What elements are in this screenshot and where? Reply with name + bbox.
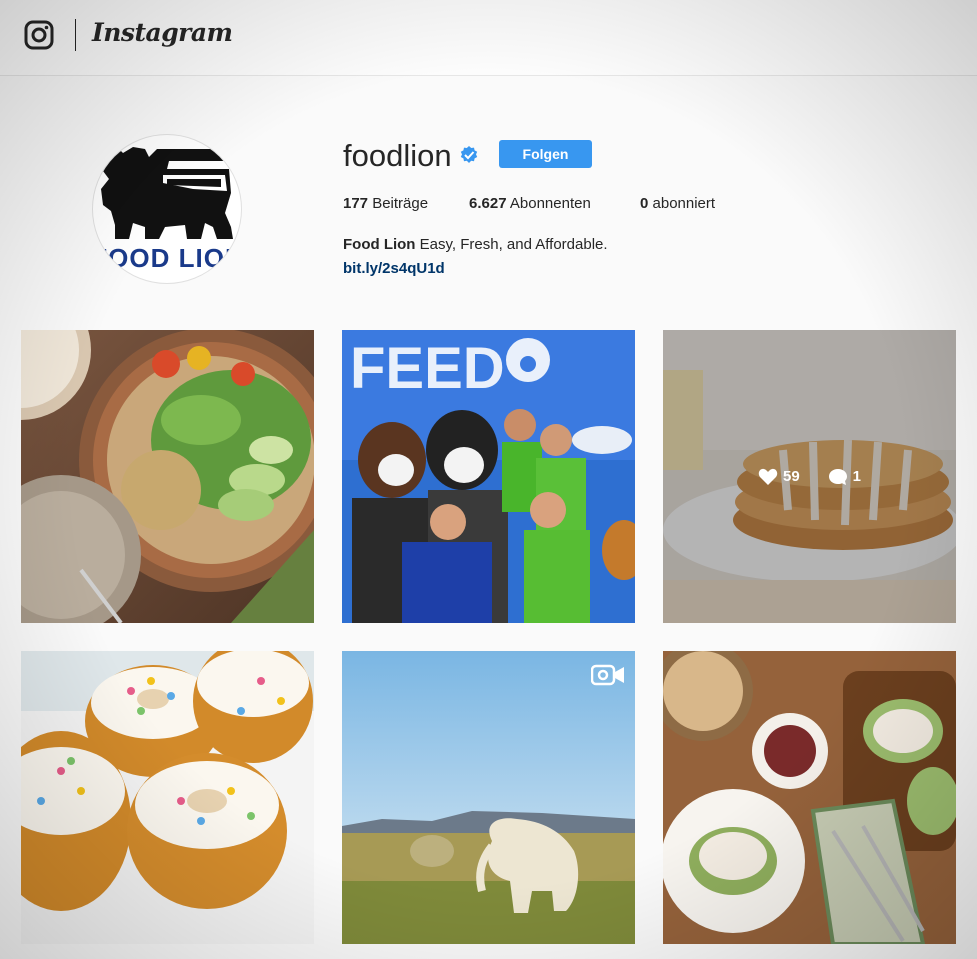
post-tile[interactable] [21, 651, 314, 944]
stat-following-label: abonniert [652, 195, 716, 212]
comment-bubble-icon [828, 468, 847, 485]
bio-full-name: Food Lion [343, 236, 416, 253]
logo-divider [75, 19, 76, 51]
bio-text: Easy, Fresh, and Affordable. [419, 236, 608, 253]
bio-link[interactable]: bit.ly/2s4qU1d [343, 260, 445, 277]
post-hover-overlay: 59 1 [663, 330, 956, 623]
post-tile[interactable]: 59 1 [663, 330, 956, 623]
stat-following-count: 0 [640, 195, 649, 212]
profile-bio: Food Lion Easy, Fresh, and Affordable. [343, 236, 608, 253]
post-image-feed-event: FEED [342, 330, 635, 623]
stat-followers-count: 6.627 [469, 195, 507, 212]
stat-followers[interactable]: 6.627 Abonnenten [469, 195, 591, 212]
likes-count: 59 [782, 468, 800, 485]
heart-icon [758, 468, 778, 485]
instagram-wordmark[interactable]: Instagram [92, 18, 233, 47]
comments-indicator: 1 [828, 468, 861, 486]
post-tile[interactable] [663, 651, 956, 944]
stat-followers-label: Abonnenten [509, 195, 591, 212]
likes-indicator: 59 [758, 468, 800, 486]
top-navigation-bar: Instagram [0, 0, 977, 76]
post-tile[interactable] [21, 330, 314, 623]
stat-following[interactable]: 0 abonniert [640, 195, 715, 212]
comments-count: 1 [852, 468, 862, 485]
post-image-elephant-field [342, 651, 635, 944]
stat-posts: 177 Beiträge [343, 195, 428, 212]
post-tile[interactable] [342, 651, 635, 944]
profile-username: foodlion [343, 138, 452, 173]
stat-posts-count: 177 [343, 195, 369, 212]
post-tile[interactable]: FEED [342, 330, 635, 623]
avatar-brand-text: FOOD LION [93, 243, 242, 273]
instagram-logo-icon[interactable] [24, 20, 54, 50]
profile-avatar[interactable]: FOOD LION [92, 134, 242, 284]
post-image-chicken-dishes [663, 651, 956, 944]
post-image-bundt-cakes [21, 651, 314, 944]
feed-sign-text: FEED [350, 336, 505, 401]
stat-posts-label: Beiträge [372, 195, 429, 212]
post-image-salad-bowl [21, 330, 314, 623]
follow-button[interactable]: Folgen [499, 140, 592, 168]
verified-badge-icon [460, 146, 478, 163]
video-camera-icon [591, 664, 624, 686]
